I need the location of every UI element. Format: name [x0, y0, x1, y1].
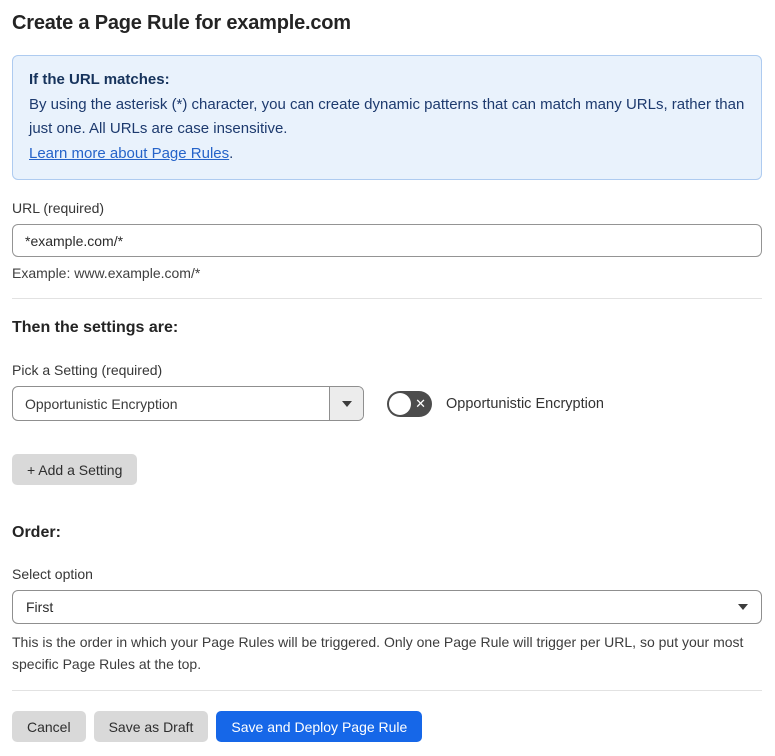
- setting-select[interactable]: Opportunistic Encryption: [12, 386, 364, 421]
- add-setting-button[interactable]: + Add a Setting: [12, 454, 138, 485]
- order-select-value: First: [26, 599, 54, 615]
- toggle-wrap: ✕ Opportunistic Encryption: [387, 390, 604, 417]
- url-matches-info-box: If the URL matches: By using the asteris…: [12, 55, 762, 180]
- toggle-off-x-icon: ✕: [415, 395, 426, 411]
- setting-row: Opportunistic Encryption ✕ Opportunistic…: [12, 386, 762, 421]
- form-actions: Cancel Save as Draft Save and Deploy Pag…: [12, 711, 762, 742]
- link-period: .: [229, 144, 234, 162]
- order-select-label: Select option: [12, 566, 93, 582]
- setting-select-arrow-button[interactable]: [329, 387, 363, 420]
- learn-more-link[interactable]: Learn more about Page Rules: [29, 145, 229, 162]
- info-box-heading: If the URL matches:: [29, 71, 170, 88]
- save-and-deploy-button[interactable]: Save and Deploy Page Rule: [216, 711, 423, 742]
- divider: [12, 298, 762, 299]
- info-box-body: By using the asterisk (*) character, you…: [29, 95, 745, 138]
- toggle-knob: [389, 392, 411, 415]
- page-title: Create a Page Rule for example.com: [12, 12, 351, 34]
- info-box-link-line: Learn more about Page Rules.: [29, 142, 745, 167]
- create-page-rule-form: Create a Page Rule for example.com If th…: [0, 0, 775, 756]
- divider: [12, 690, 762, 691]
- url-input[interactable]: [12, 224, 762, 257]
- order-select[interactable]: First: [12, 590, 762, 624]
- order-section-heading: Order:: [12, 524, 61, 541]
- toggle-label: Opportunistic Encryption: [446, 395, 604, 412]
- setting-select-value: Opportunistic Encryption: [25, 395, 178, 412]
- save-as-draft-button[interactable]: Save as Draft: [93, 711, 209, 742]
- chevron-down-icon: [738, 604, 748, 610]
- order-help-text: This is the order in which your Page Rul…: [12, 634, 744, 672]
- url-field-label: URL (required): [12, 200, 105, 216]
- cancel-button[interactable]: Cancel: [12, 711, 86, 742]
- pick-setting-label: Pick a Setting (required): [12, 362, 163, 378]
- settings-section-heading: Then the settings are:: [12, 319, 179, 336]
- url-example-text: Example: www.example.com/*: [12, 265, 201, 281]
- opportunistic-encryption-toggle[interactable]: ✕: [387, 390, 432, 417]
- chevron-down-icon: [341, 400, 352, 407]
